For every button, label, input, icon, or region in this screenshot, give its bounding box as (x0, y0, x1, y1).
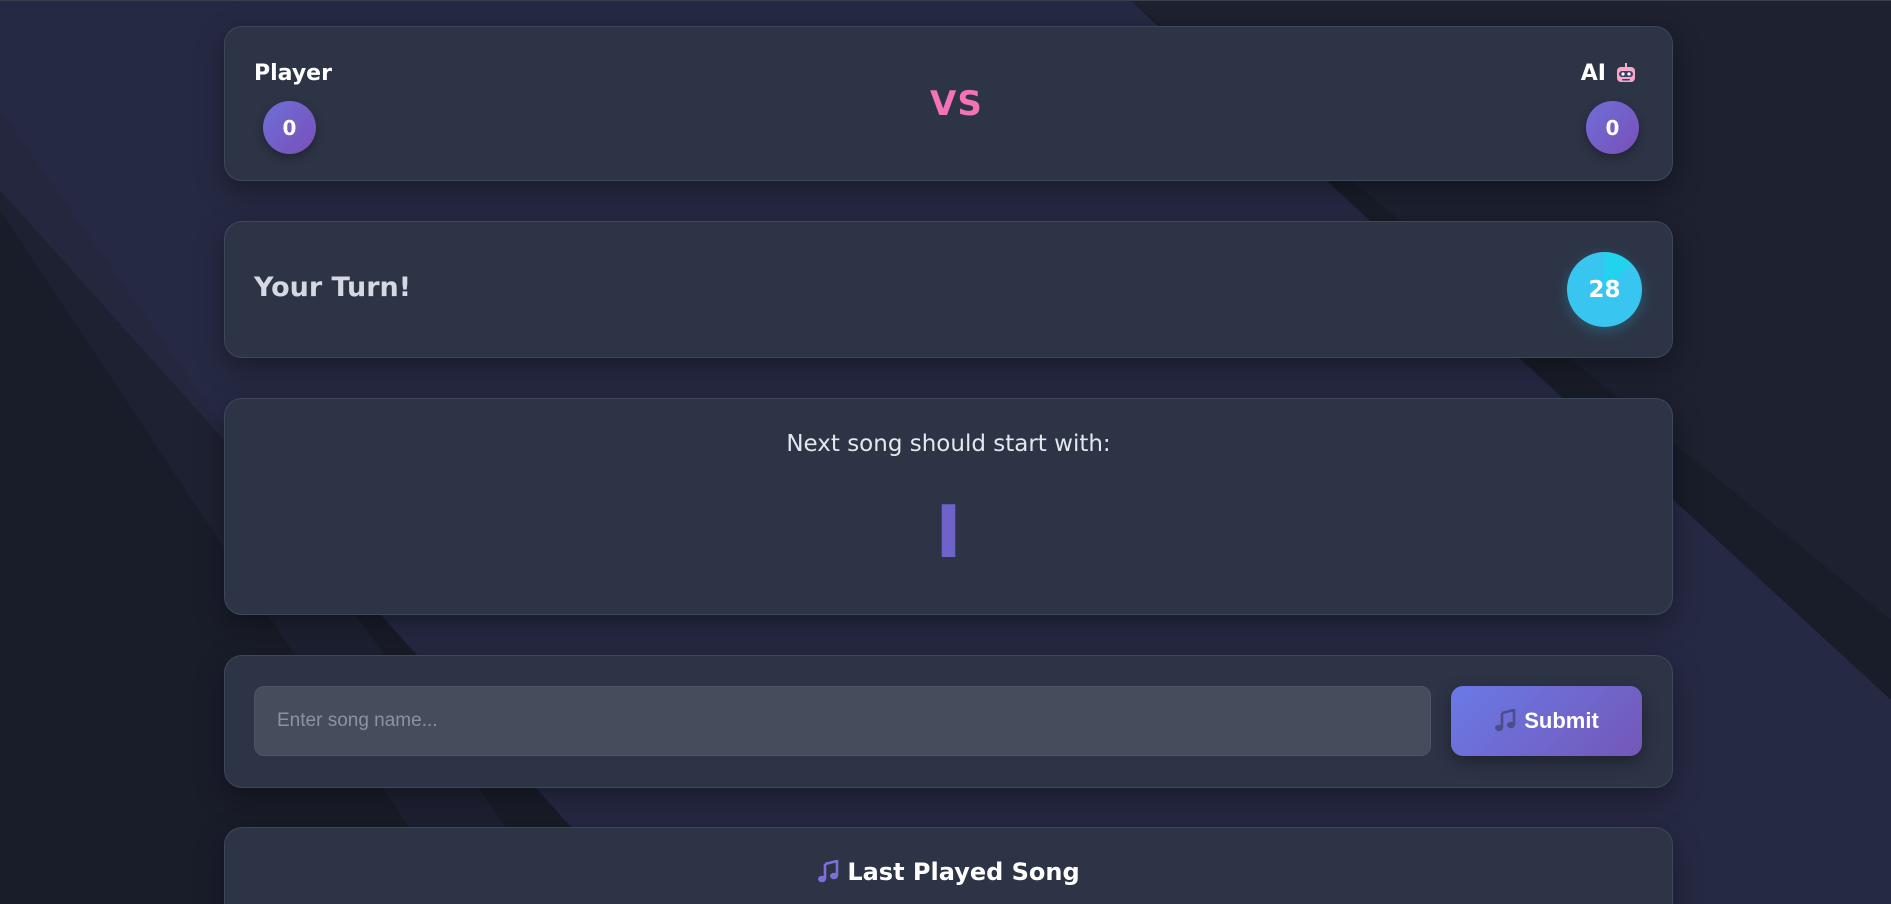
next-letter: I (935, 490, 962, 574)
song-name-input[interactable] (254, 686, 1431, 756)
ai-label: AI (1580, 61, 1606, 86)
robot-icon (1614, 62, 1638, 86)
last-played-heading: Last Played Song (225, 858, 1672, 886)
scoreboard-card: Player 0 VS AI 0 (224, 26, 1673, 181)
next-letter-card: Next song should start with: I (224, 398, 1673, 615)
vs-label: VS (930, 84, 983, 124)
submit-label: Submit (1524, 708, 1599, 733)
player-score-badge: 0 (263, 101, 316, 154)
next-song-label: Next song should start with: (786, 431, 1111, 457)
last-played-title: Last Played Song (847, 858, 1080, 886)
music-note-icon (817, 859, 839, 884)
turn-card: Your Turn! 28 (224, 221, 1673, 358)
submit-button[interactable]: Submit (1451, 686, 1642, 756)
music-note-icon (1494, 708, 1516, 733)
last-played-card: Last Played Song (224, 827, 1673, 904)
turn-status: Your Turn! (254, 272, 412, 303)
ai-label-group: AI (1581, 61, 1638, 86)
ai-score-badge: 0 (1586, 101, 1639, 154)
song-input-card: Submit (224, 655, 1673, 788)
top-border (0, 0, 1891, 1)
countdown-timer: 28 (1567, 252, 1642, 327)
player-label: Player (254, 61, 332, 86)
